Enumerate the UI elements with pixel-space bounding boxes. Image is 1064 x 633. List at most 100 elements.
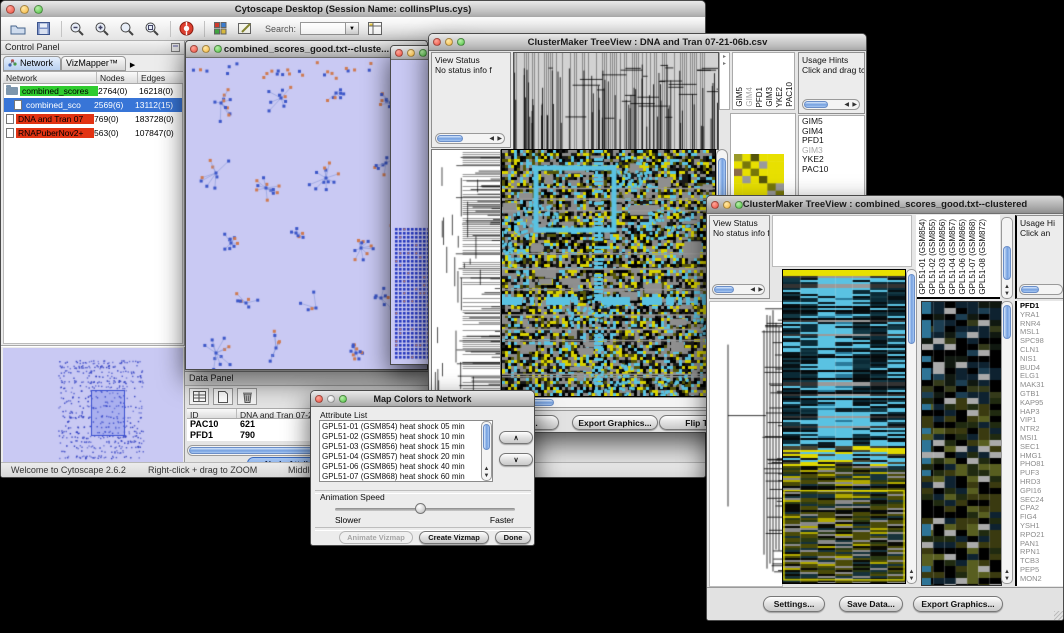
close-icon[interactable]	[433, 38, 441, 46]
close-icon[interactable]	[190, 45, 198, 53]
scroll-thumb[interactable]	[714, 286, 734, 293]
gim-col-labels: GIM5GIM4PFD1GIM3YKE2PAC10	[732, 52, 795, 110]
attribute-list-label: Attribute List	[320, 410, 367, 420]
close-icon[interactable]	[711, 201, 719, 209]
scroll-thumb[interactable]	[804, 101, 828, 108]
zoom-selected-button[interactable]	[141, 20, 163, 38]
scroll-arrows[interactable]: ▲▼	[907, 569, 916, 583]
row-dendrogram[interactable]	[709, 301, 783, 587]
network-row[interactable]: combined_scores2764(0)16218(0)	[4, 84, 182, 98]
table-mode-button[interactable]	[189, 388, 209, 405]
zoom-heatmap[interactable]	[921, 301, 1002, 586]
close-icon[interactable]	[315, 395, 323, 403]
heatmap-vscrollbar[interactable]: ▲▼	[906, 269, 917, 584]
col-labels-vscrollbar[interactable]: ▲▼	[1001, 217, 1013, 299]
scroll-thumb[interactable]	[1003, 305, 1011, 339]
scroll-arrows[interactable]: ▲▼	[482, 466, 491, 480]
scroll-right-arrow[interactable]: ▶	[497, 134, 502, 143]
column-tree-area	[772, 215, 912, 267]
main-heatmap[interactable]	[501, 149, 716, 397]
scroll-thumb[interactable]	[1003, 246, 1011, 280]
network-row[interactable]: DNA and Tran 07769(0)183728(0)	[4, 112, 182, 126]
zoom-vscrollbar[interactable]: ▲▼	[1001, 301, 1013, 584]
treeview2-titlebar[interactable]: ClusterMaker TreeView : combined_scores_…	[707, 196, 1063, 214]
export-graphics-button[interactable]: Export Graphics...	[572, 415, 658, 430]
export-graphics-button[interactable]: Export Graphics...	[913, 596, 1003, 612]
move-down-button[interactable]: ∨	[499, 453, 533, 466]
float-panel-icon[interactable]	[171, 43, 180, 52]
birdseye-view[interactable]	[3, 348, 183, 464]
tab-vizmapper[interactable]: VizMapper™	[61, 56, 126, 71]
resize-grip[interactable]	[1054, 611, 1064, 621]
attribute-list[interactable]: GPL51-01 (GSM854) heat shock 05 minGPL51…	[319, 420, 493, 482]
scroll-thumb[interactable]	[437, 135, 463, 142]
gene-label[interactable]: MON2	[1020, 575, 1064, 584]
create-vizmap-button[interactable]: Create Vizmap	[419, 531, 489, 544]
attribute-item[interactable]: GPL51-01 (GSM854) heat shock 05 min	[322, 422, 490, 432]
scroll-left-arrow[interactable]: ◀	[844, 100, 849, 109]
network-row[interactable]: RNAPuberNov2+563(0)107847(0)	[4, 126, 182, 140]
col-nodes[interactable]: Nodes	[97, 72, 138, 83]
zoom-fit-button[interactable]	[116, 20, 138, 38]
annotation-button[interactable]	[234, 20, 256, 38]
vizmapper-button[interactable]	[209, 20, 231, 38]
col-network[interactable]: Network	[3, 72, 97, 83]
attribute-item[interactable]: GPL51-04 (GSM857) heat shock 20 min	[322, 452, 490, 462]
attribute-item[interactable]: GPL51-03 (GSM856) heat shock 15 min	[322, 442, 490, 452]
treeview1-titlebar[interactable]: ClusterMaker TreeView : DNA and Tran 07-…	[429, 34, 866, 51]
scroll-left-arrow[interactable]: ◀	[489, 134, 494, 143]
scroll-arrows[interactable]: ▲▼	[1002, 284, 1012, 298]
row-dendrogram[interactable]	[431, 149, 501, 396]
attribute-item[interactable]: GPL51-06 (GSM865) heat shock 40 min	[322, 462, 490, 472]
zoom-heatmap[interactable]	[734, 154, 784, 198]
minimize-icon[interactable]	[407, 49, 415, 57]
column-dendrogram[interactable]	[513, 52, 719, 150]
column-label: GPL51-01 (GSM854)	[918, 219, 927, 295]
scroll-right-arrow[interactable]: ▶	[852, 100, 857, 109]
scroll-left-arrow[interactable]: ◀	[750, 285, 755, 294]
zoom-in-button[interactable]	[91, 20, 113, 38]
zoom-out-button[interactable]	[66, 20, 88, 38]
scroll-right-arrow[interactable]: ▶	[758, 285, 763, 294]
settings-button[interactable]: Settings...	[763, 596, 825, 612]
help-button[interactable]	[175, 20, 197, 38]
close-icon[interactable]	[6, 5, 15, 14]
search-input[interactable]	[300, 22, 346, 35]
search-dropdown-arrow[interactable]: ▼	[346, 22, 359, 35]
close-icon[interactable]	[395, 49, 403, 57]
scroll-thumb[interactable]	[908, 274, 915, 344]
attribute-item[interactable]: GPL51-02 (GSM855) heat shock 10 min	[322, 432, 490, 442]
scroll-arrows[interactable]: ▲▼	[1002, 569, 1012, 583]
col-edges[interactable]: Edges	[138, 72, 183, 83]
attribute-item[interactable]: GPL51-07 (GSM868) heat shock 60 min	[322, 472, 490, 482]
move-up-button[interactable]: ∧	[499, 431, 533, 444]
save-session-button[interactable]	[32, 20, 54, 38]
done-button[interactable]: Done	[495, 531, 531, 544]
new-attribute-button[interactable]	[213, 388, 233, 405]
save-data-button[interactable]: Save Data...	[839, 596, 903, 612]
tab-overflow-arrow[interactable]: ▶	[130, 61, 135, 71]
tab-network[interactable]: Network	[3, 56, 61, 71]
view-status-hscrollbar[interactable]: ◀ ▶	[435, 133, 505, 144]
animate-vizmap-button[interactable]: Animate Vizmap	[339, 531, 413, 544]
panel-divider[interactable]	[1, 345, 185, 347]
attribute-list-vscrollbar[interactable]: ▲▼	[481, 421, 492, 481]
network-row[interactable]: combined_sco2569(6)13112(15)	[4, 98, 182, 112]
scroll-thumb[interactable]	[483, 424, 490, 450]
dialog-titlebar[interactable]: Map Colors to Network	[311, 391, 534, 407]
data-col-id[interactable]: ID	[187, 409, 237, 418]
delete-attribute-button[interactable]	[237, 388, 257, 405]
network-table-body: combined_scores2764(0)16218(0)combined_s…	[3, 84, 183, 344]
main-heatmap[interactable]	[782, 269, 906, 584]
open-session-button[interactable]	[7, 20, 29, 38]
usage-hints-hscrollbar[interactable]	[1019, 284, 1063, 295]
document-icon	[14, 100, 22, 110]
scroll-thumb[interactable]	[1021, 286, 1039, 293]
attribute-browser-button[interactable]	[364, 20, 386, 38]
cytoscape-titlebar[interactable]: Cytoscape Desktop (Session Name: collins…	[1, 1, 705, 18]
speed-slider-thumb[interactable]	[415, 503, 426, 514]
view-status-hscrollbar[interactable]: ◀ ▶	[712, 284, 765, 295]
gene-list[interactable]: PFD1YRA1RNR4MSL1SPC98CLN1NIS1BUD4ELG1MAK…	[1015, 301, 1064, 586]
usage-hints-hscrollbar[interactable]: ◀ ▶	[802, 99, 860, 110]
zoom-icon[interactable]	[419, 49, 427, 57]
